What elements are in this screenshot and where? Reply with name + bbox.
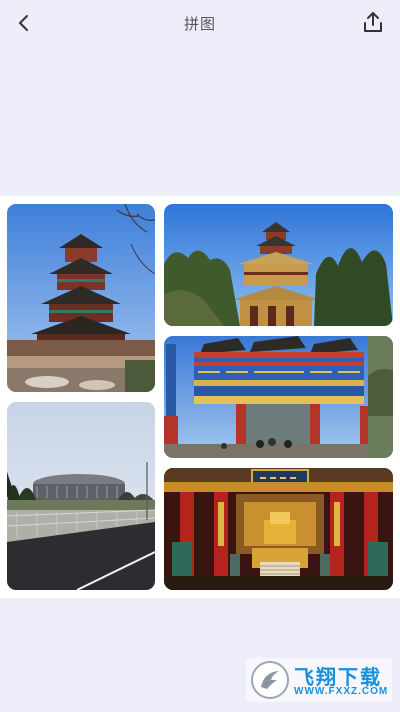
pagoda-photo [7,204,155,392]
gate-photo [164,336,393,458]
photo-tile-gate[interactable] [164,336,393,458]
fxxz-logo-icon [251,661,289,699]
collage-canvas [0,196,400,598]
share-upload-icon [364,12,382,32]
photo-tile-temple[interactable] [164,204,393,326]
page-title: 拼图 [183,16,216,33]
watermark-url: WWW.FXXZ.COM [294,686,389,697]
watermark: 飞翔下载 WWW.FXXZ.COM [246,658,392,702]
photo-tile-pagoda[interactable] [7,204,155,392]
temple-photo [164,204,393,326]
stadium-photo [7,402,155,590]
share-button[interactable] [360,10,386,36]
photo-tile-stadium[interactable] [7,402,155,590]
top-bar: 拼图 [0,0,400,46]
throne-hall-photo [164,468,393,590]
photo-tile-throne-hall[interactable] [164,468,393,590]
